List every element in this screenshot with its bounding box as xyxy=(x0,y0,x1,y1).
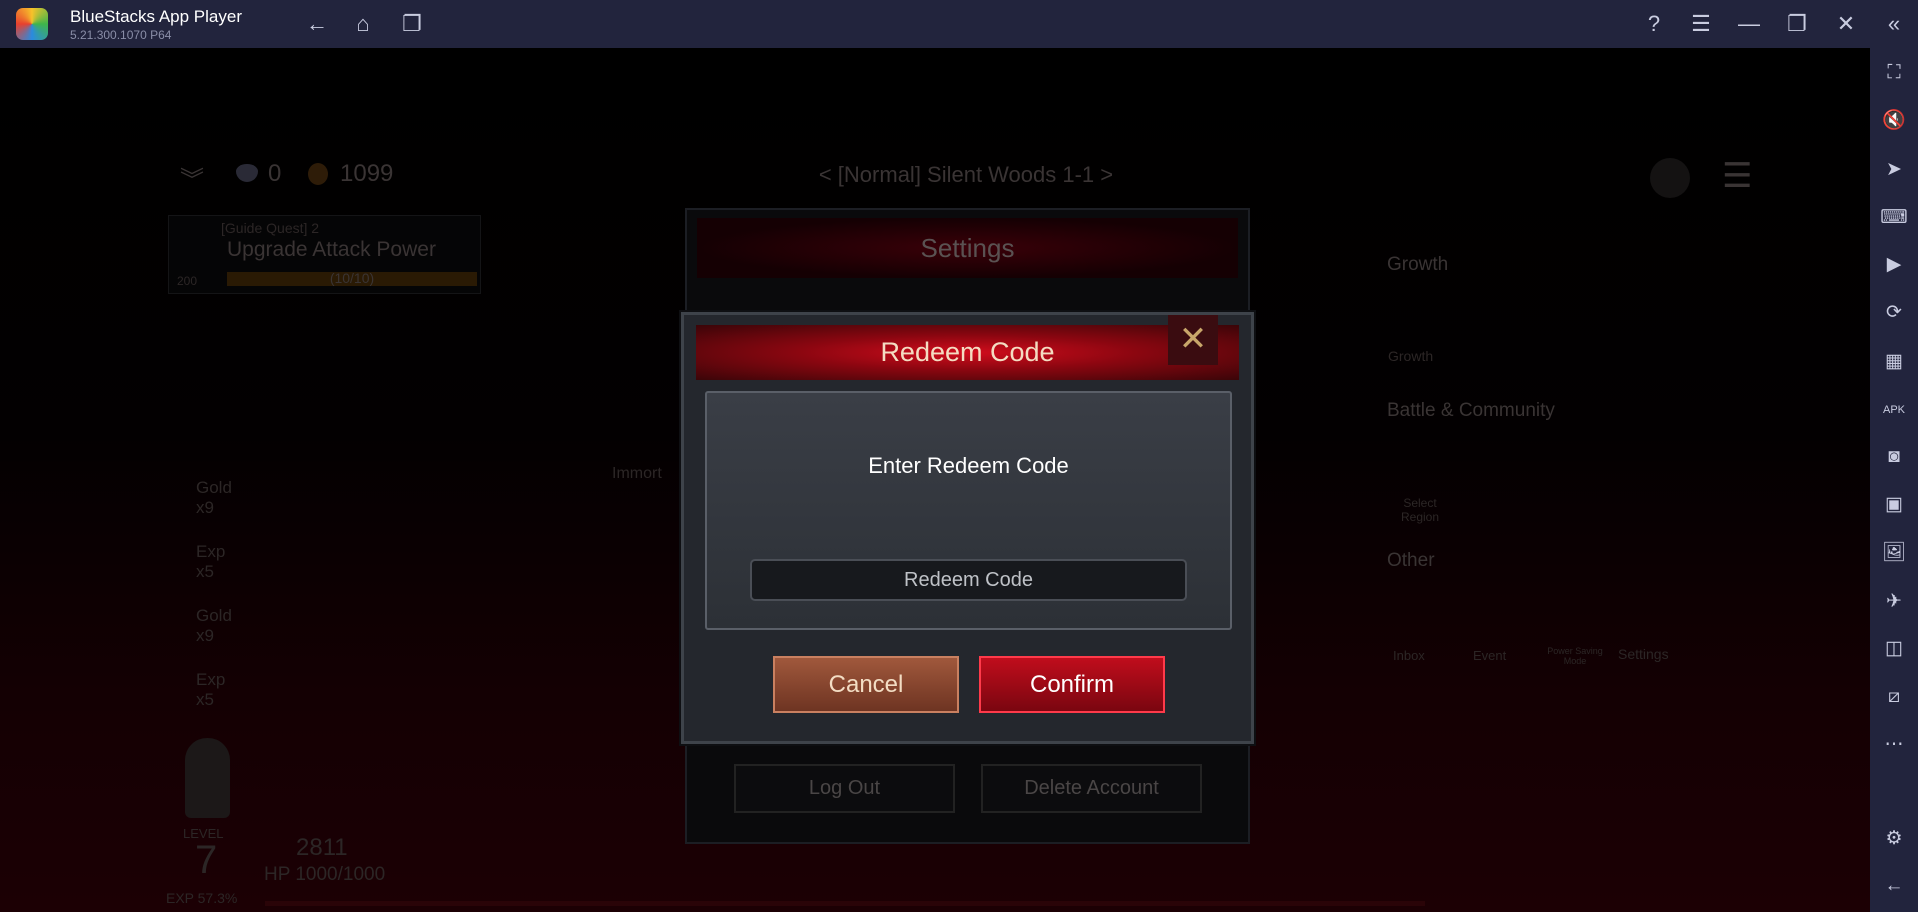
menu-item-growth[interactable]: Growth xyxy=(1388,348,1433,364)
media-folder-icon[interactable]: 🖼 xyxy=(1876,535,1912,571)
settings-icon[interactable]: ⚙ xyxy=(1876,821,1912,857)
restore-icon[interactable]: ❐ xyxy=(1779,6,1815,42)
redeem-code-input[interactable] xyxy=(750,559,1187,601)
quest-reward: 200 xyxy=(177,274,198,288)
menu-item-select-region[interactable]: Select Region xyxy=(1390,496,1450,524)
gem-count: 0 xyxy=(268,160,282,187)
recent-apps-icon[interactable]: ❐ xyxy=(394,6,430,42)
guide-quest-card[interactable]: [Guide Quest] 2 Upgrade Attack Power (10… xyxy=(168,215,481,294)
minimize-icon[interactable]: — xyxy=(1731,6,1767,42)
app-version: 5.21.300.1070 P64 xyxy=(70,28,172,42)
player-avatar[interactable] xyxy=(185,738,230,818)
quest-label: [Guide Quest] 2 xyxy=(221,220,320,236)
dialog-content-panel: Enter Redeem Code xyxy=(705,391,1232,630)
menu-item-power-saving[interactable]: Power Saving Mode xyxy=(1540,646,1610,666)
logout-button[interactable]: Log Out xyxy=(734,764,955,813)
growth-header: Growth xyxy=(1387,254,1449,275)
delete-account-button[interactable]: Delete Account xyxy=(981,764,1202,813)
macro-play-icon[interactable]: ▶ xyxy=(1876,247,1912,283)
performance-icon[interactable]: ▦ xyxy=(1876,344,1912,380)
close-icon[interactable]: ✕ xyxy=(1828,6,1864,42)
expand-chevron-icon[interactable]: ︾ xyxy=(180,160,204,195)
menu-icon[interactable]: ☰ xyxy=(1683,6,1719,42)
menu-item-settings[interactable]: Settings xyxy=(1618,646,1669,662)
settings-title: Settings xyxy=(697,218,1238,278)
install-apk-icon[interactable]: APK xyxy=(1876,392,1912,428)
gold-count: 1099 xyxy=(340,160,394,187)
dialog-close-button[interactable]: ✕ xyxy=(1168,315,1218,365)
volume-mute-icon[interactable]: 🔇 xyxy=(1876,103,1912,139)
menu-item-event[interactable]: Event xyxy=(1473,648,1506,663)
back-icon[interactable]: ← xyxy=(1876,868,1912,904)
collapse-sidebar-icon[interactable]: « xyxy=(1876,6,1912,42)
eco-mode-icon[interactable]: ⧄ xyxy=(1876,679,1912,715)
exp-bar xyxy=(265,901,1425,906)
back-arrow-icon[interactable]: ← xyxy=(299,6,335,42)
cancel-button[interactable]: Cancel xyxy=(773,656,959,713)
player-level: 7 xyxy=(195,838,218,882)
confirm-button[interactable]: Confirm xyxy=(979,656,1165,713)
quest-progress-text: (10/10) xyxy=(329,270,375,286)
immortal-text: Immort xyxy=(612,465,662,482)
pointer-icon[interactable]: ➤ xyxy=(1876,152,1912,188)
gem-icon xyxy=(236,164,258,182)
keyboard-icon[interactable]: ⌨ xyxy=(1876,200,1912,236)
crossed-swords-close-icon: ✕ xyxy=(1178,320,1208,358)
redeem-code-dialog: Redeem Code ✕ Enter Redeem Code Cancel C… xyxy=(681,312,1254,744)
dialog-prompt: Enter Redeem Code xyxy=(868,453,1069,478)
fullscreen-icon[interactable]: ⛶ xyxy=(1876,55,1912,91)
quest-title: Upgrade Attack Power xyxy=(227,238,436,261)
player-exp: EXP 57.3% xyxy=(166,890,238,906)
airplane-icon[interactable]: ✈ xyxy=(1876,584,1912,620)
battle-header: Battle & Community xyxy=(1387,400,1555,421)
logout-label: Log Out xyxy=(808,777,881,799)
record-icon[interactable]: ▣ xyxy=(1876,487,1912,523)
game-menu-icon[interactable]: ☰ xyxy=(1722,156,1752,196)
app-title: BlueStacks App Player xyxy=(70,7,242,26)
screenshot-icon[interactable]: ◙ xyxy=(1876,439,1912,475)
gold-icon xyxy=(308,163,328,185)
player-hp: HP 1000/1000 xyxy=(264,864,386,885)
stage-title[interactable]: < [Normal] Silent Woods 1-1 > xyxy=(700,162,1232,188)
home-icon[interactable]: ⌂ xyxy=(345,6,381,42)
dialog-title: Redeem Code xyxy=(696,325,1239,380)
more-icon[interactable]: ⋯ xyxy=(1876,727,1912,763)
bluestacks-logo xyxy=(16,8,48,40)
delete-account-label: Delete Account xyxy=(1024,777,1159,799)
character-icon[interactable] xyxy=(1650,158,1690,198)
rotate-sync-icon[interactable]: ⟳ xyxy=(1876,295,1912,331)
title-bar: BlueStacks App Player 5.21.300.1070 P64 … xyxy=(0,0,1918,48)
other-header: Other xyxy=(1387,550,1435,571)
combat-power: 2811 xyxy=(296,834,348,861)
menu-item-inbox[interactable]: Inbox xyxy=(1393,648,1425,663)
quest-progress-bar: (10/10) xyxy=(227,270,477,286)
multi-instance-icon[interactable]: ◫ xyxy=(1876,631,1912,667)
help-icon[interactable]: ? xyxy=(1636,6,1672,42)
